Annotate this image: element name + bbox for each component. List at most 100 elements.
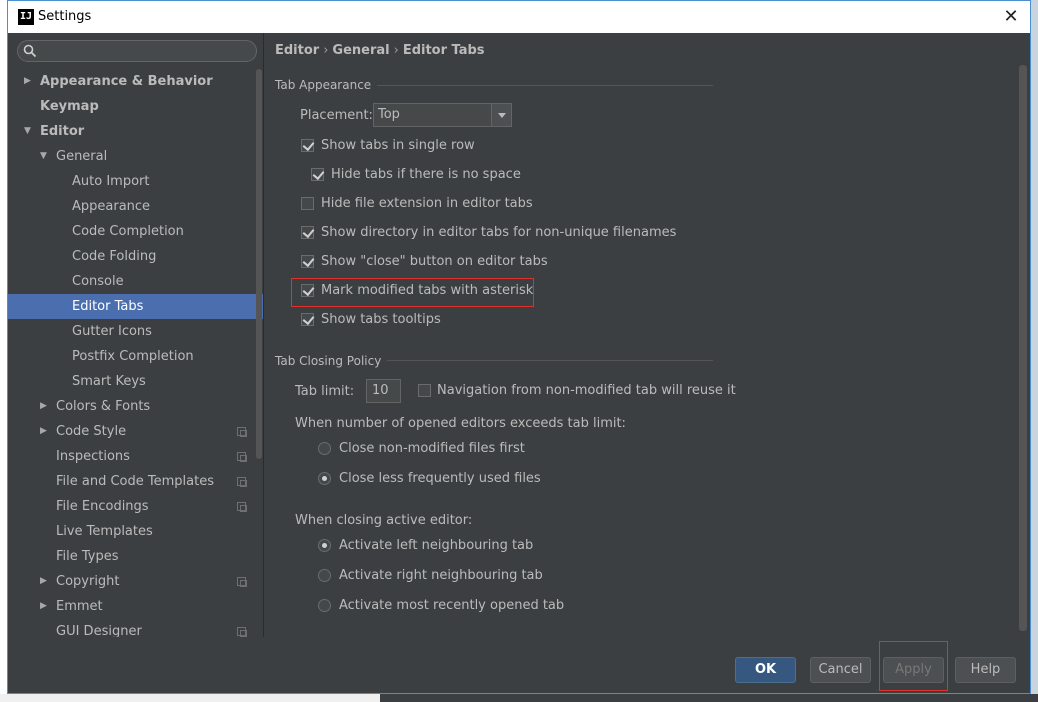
project-scope-icon bbox=[237, 577, 247, 587]
activate-recent-radio[interactable] bbox=[318, 599, 331, 612]
sidebar-item-editor[interactable]: ▼ Editor bbox=[8, 119, 263, 144]
sidebar-item-copyright[interactable]: ▶ Copyright bbox=[8, 569, 263, 594]
chevron-down-icon[interactable]: ▼ bbox=[24, 119, 31, 144]
sidebar-item-label: Auto Import bbox=[72, 174, 150, 189]
sidebar-item-gutter-icons[interactable]: Gutter Icons bbox=[8, 319, 263, 344]
navigation-reuse-checkbox[interactable] bbox=[418, 384, 431, 397]
sidebar-item-label: Console bbox=[72, 274, 124, 289]
close-less-frequent-radio[interactable] bbox=[318, 472, 331, 485]
search-field[interactable] bbox=[17, 40, 257, 62]
sidebar-item-emmet[interactable]: ▶ Emmet bbox=[8, 594, 263, 619]
sidebar-item-appearance-behavior[interactable]: ▶ Appearance & Behavior bbox=[8, 69, 263, 94]
sidebar-item-console[interactable]: Console bbox=[8, 269, 263, 294]
show-directory-checkbox[interactable] bbox=[301, 226, 314, 239]
sidebar-item-label: Gutter Icons bbox=[72, 324, 152, 339]
chevron-right-icon[interactable]: ▶ bbox=[40, 569, 47, 594]
navigation-reuse-label: Navigation from non-modified tab will re… bbox=[437, 383, 736, 398]
tab-limit-value: 10 bbox=[372, 383, 389, 398]
project-scope-icon bbox=[237, 502, 247, 512]
sidebar-item-label: Live Templates bbox=[56, 524, 153, 539]
chevron-right-icon[interactable]: ▶ bbox=[40, 394, 47, 419]
sidebar-item-label: Copyright bbox=[56, 574, 120, 589]
chevron-right-icon[interactable]: ▶ bbox=[40, 419, 47, 444]
sidebar-item-label: Appearance & Behavior bbox=[40, 74, 213, 89]
ok-button[interactable]: OK bbox=[735, 657, 796, 683]
tab-limit-input[interactable]: 10 bbox=[366, 379, 401, 403]
sidebar-item-file-types[interactable]: File Types bbox=[8, 544, 263, 569]
sidebar-item-label: File Types bbox=[56, 549, 119, 564]
chevron-down-icon[interactable]: ▼ bbox=[40, 144, 47, 169]
help-button[interactable]: Help bbox=[955, 657, 1016, 683]
search-icon bbox=[23, 44, 37, 58]
breadcrumb-editor-tabs: Editor Tabs bbox=[402, 43, 485, 58]
sidebar-item-file-and-code-templates[interactable]: File and Code Templates bbox=[8, 469, 263, 494]
sidebar-item-label: General bbox=[56, 149, 108, 164]
dialog-footer: OK Cancel Apply Help bbox=[8, 637, 1030, 693]
sidebar-item-label: Code Completion bbox=[72, 224, 184, 239]
breadcrumb-editor: Editor bbox=[275, 43, 320, 58]
activate-right-label: Activate right neighbouring tab bbox=[339, 568, 543, 583]
placement-value: Top bbox=[378, 107, 400, 122]
sidebar-item-label: Code Style bbox=[56, 424, 127, 439]
settings-sidebar: ▶ Appearance & Behavior Keymap ▼ Editor ▼ Gene… bbox=[8, 33, 264, 637]
sidebar-item-label: Keymap bbox=[40, 99, 99, 114]
close-non-modified-label: Close non-modified files first bbox=[339, 441, 525, 456]
sidebar-item-smart-keys[interactable]: Smart Keys bbox=[8, 369, 263, 394]
sidebar-item-appearance[interactable]: Appearance bbox=[8, 194, 263, 219]
sidebar-item-editor-tabs[interactable]: Editor Tabs bbox=[8, 294, 263, 319]
sidebar-item-label: File and Code Templates bbox=[56, 474, 214, 489]
breadcrumb-separator: › bbox=[323, 43, 329, 58]
background-strip bbox=[0, 694, 380, 702]
sidebar-item-label: Emmet bbox=[56, 599, 103, 614]
chevron-right-icon[interactable]: ▶ bbox=[24, 69, 31, 94]
show-directory-label: Show directory in editor tabs for non-un… bbox=[321, 225, 677, 240]
sidebar-item-keymap[interactable]: Keymap bbox=[8, 94, 263, 119]
sidebar-item-code-folding[interactable]: Code Folding bbox=[8, 244, 263, 269]
intellij-logo-icon: IJ bbox=[18, 9, 34, 25]
show-tooltips-checkbox[interactable] bbox=[301, 313, 314, 326]
tab-limit-label: Tab limit: bbox=[295, 384, 355, 399]
sidebar-item-code-style[interactable]: ▶ Code Style bbox=[8, 419, 263, 444]
chevron-right-icon[interactable]: ▶ bbox=[40, 594, 47, 619]
project-scope-icon bbox=[237, 627, 247, 637]
hide-extension-label: Hide file extension in editor tabs bbox=[321, 196, 533, 211]
sidebar-item-inspections[interactable]: Inspections bbox=[8, 444, 263, 469]
sidebar-item-label: Appearance bbox=[72, 199, 151, 214]
close-icon[interactable]: ✕ bbox=[998, 4, 1024, 30]
sidebar-item-colors-fonts[interactable]: ▶ Colors & Fonts bbox=[8, 394, 263, 419]
sidebar-item-code-completion[interactable]: Code Completion bbox=[8, 219, 263, 244]
tab-appearance-title: Tab Appearance bbox=[275, 78, 378, 92]
tab-closing-policy-title: Tab Closing Policy bbox=[275, 354, 388, 368]
editor-tabs-panel: Editor › General › Editor Tabs Tab Appearanc… bbox=[265, 33, 1030, 637]
apply-button[interactable]: Apply bbox=[883, 657, 944, 683]
sidebar-item-label: Code Folding bbox=[72, 249, 157, 264]
activate-right-radio[interactable] bbox=[318, 569, 331, 582]
hide-no-space-label: Hide tabs if there is no space bbox=[331, 167, 521, 182]
sidebar-item-auto-import[interactable]: Auto Import bbox=[8, 169, 263, 194]
hide-no-space-checkbox[interactable] bbox=[311, 168, 324, 181]
window-title: Settings bbox=[38, 9, 92, 24]
placement-select[interactable]: Top bbox=[373, 103, 512, 127]
close-non-modified-radio[interactable] bbox=[318, 442, 331, 455]
sidebar-item-label: Editor Tabs bbox=[72, 299, 144, 314]
cancel-button[interactable]: Cancel bbox=[810, 657, 871, 683]
activate-left-label: Activate left neighbouring tab bbox=[339, 538, 534, 553]
activate-left-radio[interactable] bbox=[318, 539, 331, 552]
sidebar-item-label: File Encodings bbox=[56, 499, 149, 514]
show-single-row-checkbox[interactable] bbox=[301, 139, 314, 152]
mark-modified-checkbox[interactable] bbox=[301, 284, 314, 297]
closing-active-label: When closing active editor: bbox=[295, 513, 473, 528]
sidebar-item-gui-designer[interactable]: GUI Designer bbox=[8, 619, 263, 637]
sidebar-item-label: Smart Keys bbox=[72, 374, 146, 389]
hide-extension-checkbox[interactable] bbox=[301, 197, 314, 210]
settings-tree: ▶ Appearance & Behavior Keymap ▼ Editor ▼ Gene… bbox=[8, 69, 263, 637]
content-scrollbar[interactable] bbox=[1019, 65, 1027, 631]
breadcrumb-general: General bbox=[332, 43, 390, 58]
sidebar-item-general[interactable]: ▼ General bbox=[8, 144, 263, 169]
sidebar-scrollbar[interactable] bbox=[256, 69, 262, 459]
sidebar-item-live-templates[interactable]: Live Templates bbox=[8, 519, 263, 544]
sidebar-item-file-encodings[interactable]: File Encodings bbox=[8, 494, 263, 519]
chevron-down-icon[interactable] bbox=[491, 104, 511, 126]
show-close-button-checkbox[interactable] bbox=[301, 255, 314, 268]
sidebar-item-postfix-completion[interactable]: Postfix Completion bbox=[8, 344, 263, 369]
